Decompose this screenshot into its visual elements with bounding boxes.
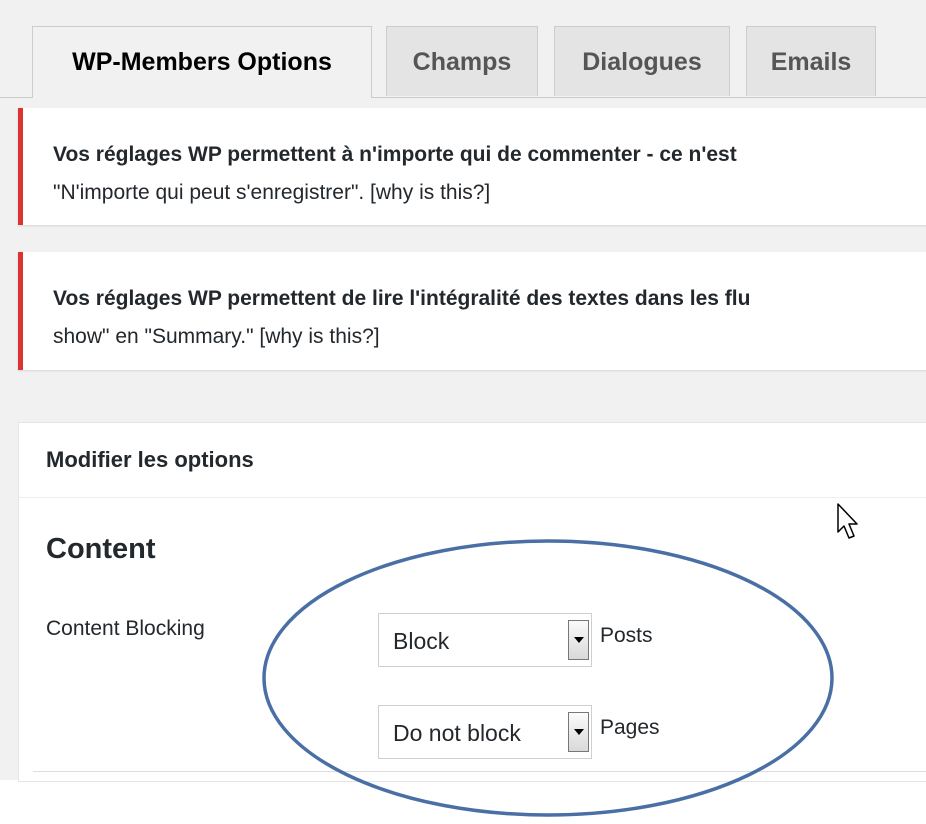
notice-comments-detail: "N'importe qui peut s'enregistrer". [why… bbox=[53, 181, 491, 204]
panel-row-divider bbox=[33, 771, 926, 772]
tab-champs[interactable]: Champs bbox=[386, 26, 538, 96]
posts-blocking-value: Block bbox=[393, 628, 450, 654]
options-tabs: WP-Members Options Champs Dialogues Emai… bbox=[0, 0, 926, 98]
pages-label: Pages bbox=[600, 716, 660, 739]
tab-emails[interactable]: Emails bbox=[746, 26, 876, 96]
notice-feeds-heading: Vos réglages WP permettent de lire l'int… bbox=[53, 287, 751, 310]
screenshot-stage: WP-Members Options Champs Dialogues Emai… bbox=[0, 0, 926, 824]
error-notice-feeds: Vos réglages WP permettent de lire l'int… bbox=[18, 252, 926, 370]
tab-dialogues[interactable]: Dialogues bbox=[554, 26, 730, 96]
pages-blocking-value: Do not block bbox=[393, 720, 521, 746]
notice-comments-heading: Vos réglages WP permettent à n'importe q… bbox=[53, 143, 737, 166]
tab-wp-members-options[interactable]: WP-Members Options bbox=[32, 26, 372, 98]
chevron-down-icon[interactable] bbox=[568, 620, 589, 660]
chevron-down-icon[interactable] bbox=[568, 712, 589, 752]
panel-title: Modifier les options bbox=[46, 447, 254, 472]
posts-blocking-select[interactable]: Block bbox=[378, 613, 592, 667]
section-title-content: Content bbox=[46, 533, 156, 565]
notice-feeds-detail: show" en "Summary." [why is this?] bbox=[53, 325, 380, 348]
posts-label: Posts bbox=[600, 624, 653, 647]
error-notice-comments: Vos réglages WP permettent à n'importe q… bbox=[18, 108, 926, 225]
pages-blocking-select[interactable]: Do not block bbox=[378, 705, 592, 759]
content-blocking-label: Content Blocking bbox=[46, 617, 205, 640]
panel-divider bbox=[19, 497, 926, 498]
